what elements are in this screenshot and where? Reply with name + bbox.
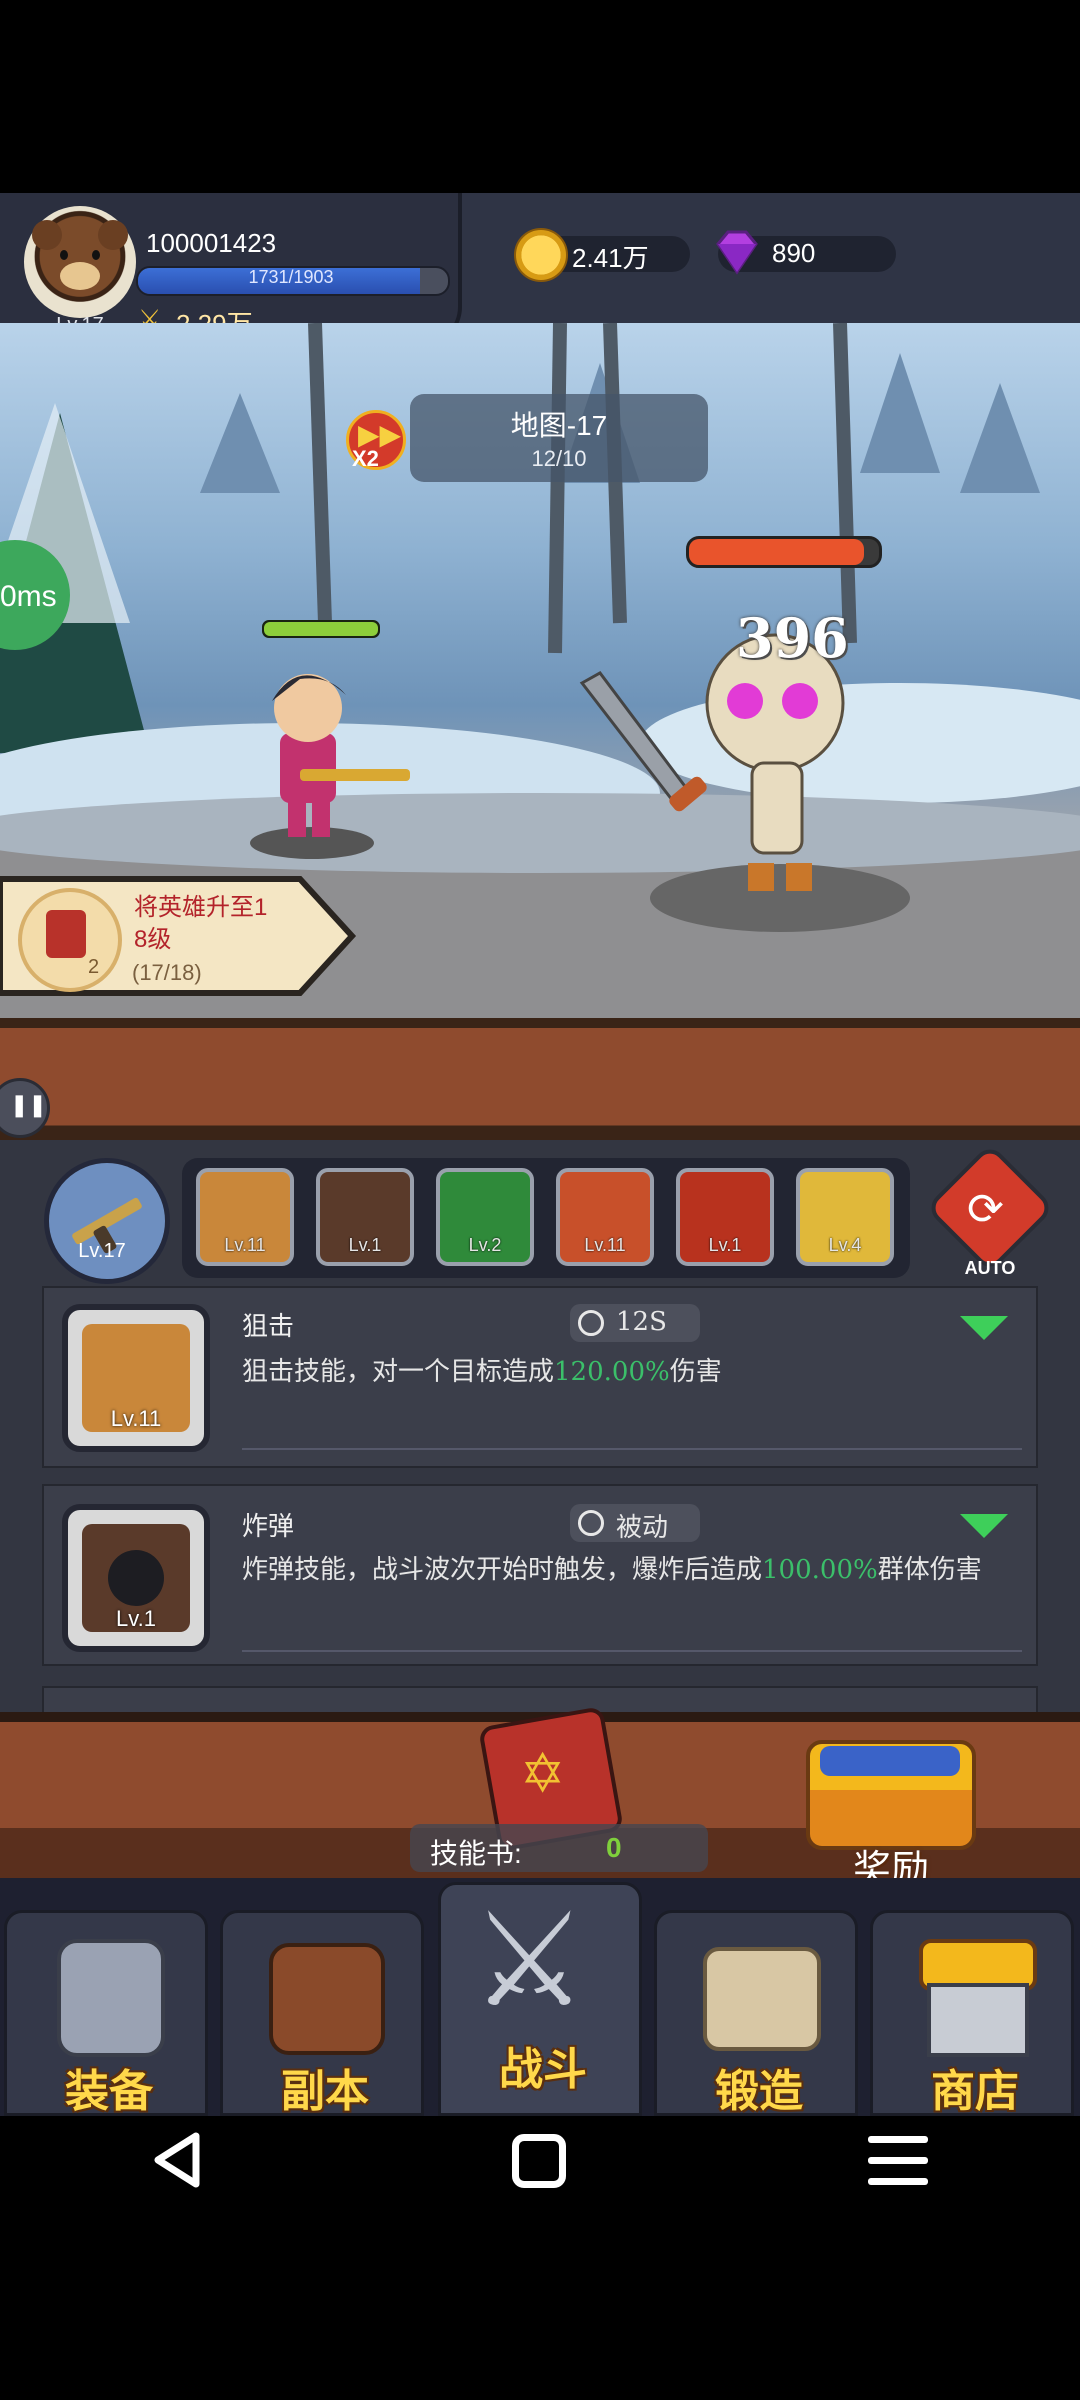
helmet-icon — [57, 1939, 165, 2057]
wood-plank-top — [0, 1018, 1080, 1140]
enemy-hp-bar — [686, 536, 882, 568]
skill-description: 狙击技能，对一个目标造成120.00%伤害 — [242, 1354, 1012, 1390]
quest-progress: (17/18) — [132, 960, 202, 985]
quest-title: 将英雄升至1 8级 — [134, 892, 294, 956]
quest-title-line2: 8级 — [134, 926, 172, 953]
tab-label: 战斗 — [499, 2045, 587, 2094]
skill-desc-text: 群体伤害 — [877, 1555, 982, 1585]
weapon-slot[interactable] — [44, 1158, 170, 1284]
tab-shop[interactable]: 商店 — [870, 1910, 1074, 2116]
skill-cooldown: 被动 — [570, 1504, 700, 1543]
bomb-icon — [108, 1550, 164, 1606]
expand-arrow-icon[interactable] — [960, 1316, 1008, 1340]
weapon-level: Lv.17 — [78, 1240, 126, 1262]
tab-label: 锻造 — [715, 2067, 803, 2116]
map-title: 地图-17 — [510, 410, 608, 441]
sword-shield-icon — [269, 1943, 385, 2055]
wave-counter: 12/10 — [531, 446, 587, 471]
chest-lid — [820, 1746, 960, 1776]
skill-desc-text: 狙击技能，对一个目标造成 — [242, 1357, 555, 1387]
menu-icon[interactable] — [868, 2136, 928, 2186]
clock-icon — [578, 1310, 604, 1336]
skill-cooldown-text: 被动 — [616, 1513, 669, 1543]
skill-slot-level: Lv.11 — [584, 1235, 626, 1255]
skill-desc-value: 120.00% — [554, 1357, 670, 1387]
tab-label: 装备 — [65, 2067, 153, 2116]
skill-slot-level: Lv.11 — [224, 1235, 266, 1255]
back-icon[interactable] — [150, 2130, 206, 2190]
enemy-hp-fill — [689, 539, 864, 565]
star-of-david-icon: ✡ — [520, 1744, 566, 1804]
clock-icon — [578, 1510, 604, 1536]
tab-label: 商店 — [931, 2067, 1019, 2116]
gem-amount: 890 — [772, 238, 816, 268]
skill-desc-text: 伤害 — [669, 1357, 722, 1387]
home-icon[interactable] — [512, 2134, 566, 2188]
bear-ear-icon — [32, 220, 62, 250]
tab-battle[interactable]: ⚔ 战斗 — [438, 1882, 642, 2116]
scroll-hammer-icon — [703, 1947, 821, 2051]
pause-icon: ❚❚ — [10, 1092, 47, 1117]
bear-snout-icon — [60, 262, 100, 290]
bear-ear-icon — [98, 220, 128, 250]
tab-label: 副本 — [281, 2067, 369, 2116]
speed-label: X2 — [352, 446, 379, 471]
avatar[interactable] — [24, 206, 136, 318]
shop-building-icon — [927, 1983, 1029, 2057]
skill-description: 炸弹技能，战斗波次开始时触发，爆炸后造成100.00%群体伤害 — [242, 1552, 1012, 1588]
tab-dungeon[interactable]: 副本 — [220, 1910, 424, 2116]
divider — [242, 1650, 1022, 1652]
hero-hp-fill — [264, 622, 378, 636]
skill-slot-level: Lv.4 — [828, 1235, 862, 1255]
tab-equip[interactable]: 装备 — [4, 1910, 208, 2116]
skill-cooldown: 12S — [570, 1304, 700, 1342]
skill-desc-text: 炸弹技能，战斗波次开始时触发，爆炸后造成 — [242, 1555, 763, 1585]
divider — [242, 1448, 1022, 1450]
diamond-icon — [716, 230, 758, 275]
xp-text: 1731/1903 — [248, 267, 334, 287]
gold-coin-icon — [514, 228, 568, 282]
skill-cooldown-text: 12S — [616, 1307, 667, 1337]
player-id: 100001423 — [146, 228, 277, 258]
quest-reward-count: 2 — [88, 956, 100, 978]
skill-name: 炸弹 — [242, 1512, 295, 1542]
skill-icon-level: Lv.1 — [116, 1606, 156, 1631]
hero-hp-bar — [262, 620, 380, 638]
skill-name: 狙击 — [242, 1312, 295, 1342]
tab-forge[interactable]: 锻造 — [654, 1910, 858, 2116]
skill-slot-level: Lv.1 — [708, 1235, 742, 1255]
refresh-icon: ⟳ — [967, 1185, 1004, 1234]
skillbook-label: 技能书: — [430, 1838, 522, 1869]
gold-amount: 2.41万 — [572, 243, 649, 273]
skill-slot-level: Lv.1 — [348, 1235, 382, 1255]
ping-text: 0ms — [0, 580, 57, 613]
auto-label: AUTO — [964, 1258, 1016, 1278]
skill-slot-level: Lv.2 — [468, 1235, 502, 1255]
skill-icon-level: Lv.11 — [110, 1406, 162, 1431]
damage-number: 396 — [736, 606, 849, 670]
spellbook-icon — [46, 910, 86, 958]
quest-title-line1: 将英雄升至1 — [134, 894, 268, 921]
skill-card-partial[interactable] — [42, 1686, 1038, 1712]
skill-desc-value: 100.00% — [762, 1555, 878, 1585]
bear-eye-icon — [92, 250, 100, 260]
expand-arrow-icon[interactable] — [960, 1514, 1008, 1538]
crossed-swords-icon: ⚔ — [471, 1887, 588, 2033]
skillbook-count: 0 — [606, 1832, 622, 1863]
bear-eye-icon — [60, 250, 68, 260]
